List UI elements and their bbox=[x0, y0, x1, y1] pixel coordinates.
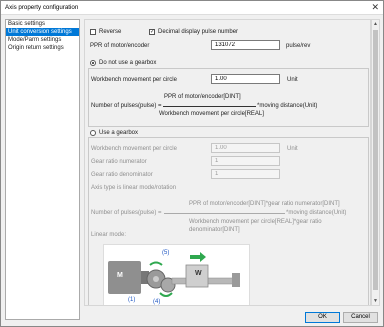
panel-vertical-scrollbar[interactable]: ▲ ▼ bbox=[371, 19, 380, 306]
axis-type-text: Axis type is linear mode/rotation bbox=[91, 185, 177, 191]
no-gearbox-group: Workbench movement per circle Unit PPR o… bbox=[88, 68, 369, 127]
cancel-button[interactable]: Cancel bbox=[343, 312, 378, 323]
figure-label-5: (5) bbox=[162, 250, 170, 256]
drive-gear-hub bbox=[153, 276, 159, 282]
no-gearbox-formula-denominator: Workbench movement per circle[REAL] bbox=[159, 111, 264, 117]
ok-button[interactable]: OK bbox=[305, 312, 340, 323]
window-title: Axis property configuration bbox=[5, 4, 79, 11]
gearbox-movement-unit: Unit bbox=[287, 146, 298, 152]
unit-conversion-panel: Reverse ✓ Decimal display pulse number P… bbox=[84, 19, 371, 306]
figure-label-1: (1) bbox=[128, 297, 136, 303]
use-gearbox-radio[interactable] bbox=[90, 130, 96, 136]
motor-label: M bbox=[117, 272, 123, 279]
no-gearbox-movement-unit: Unit bbox=[287, 77, 298, 83]
reverse-checkbox[interactable] bbox=[90, 29, 96, 35]
no-gearbox-formula-numerator: PPR of motor/encoder[DINT] bbox=[164, 94, 241, 100]
gear-ratio-denominator-input[interactable] bbox=[211, 169, 280, 179]
reverse-label: Reverse bbox=[99, 29, 122, 35]
gearbox-formula-left: Number of pulses(pulse) = bbox=[91, 210, 162, 216]
movement-arrow-icon bbox=[190, 252, 206, 262]
screw-end-support bbox=[232, 273, 240, 287]
rotation-arrow-top-icon bbox=[149, 261, 163, 266]
nav-item-mode-parm-settings[interactable]: Mode/Parm settings bbox=[6, 36, 79, 44]
no-gearbox-label: Do not use a gearbox bbox=[99, 60, 157, 66]
gear-ratio-numerator-label: Gear ratio numerator bbox=[91, 159, 147, 165]
no-gearbox-movement-label: Workbench movement per circle bbox=[91, 77, 177, 83]
workbench-label: W bbox=[195, 270, 202, 277]
settings-nav-list: Basic settings Unit conversion settings … bbox=[5, 19, 80, 320]
axis-property-dialog: Axis property configuration ✕ Basic sett… bbox=[0, 0, 384, 327]
no-gearbox-formula-right: *moving distance(Unit) bbox=[257, 103, 318, 109]
title-bar: Axis property configuration ✕ bbox=[1, 1, 383, 15]
scroll-down-icon[interactable]: ▼ bbox=[373, 298, 378, 304]
gearbox-formula-numerator: PPR of motor/encoder[DINT]*gear ratio nu… bbox=[189, 201, 340, 207]
no-gearbox-movement-input[interactable] bbox=[211, 74, 280, 84]
no-gearbox-formula-left: Number of pulses(pulse) = bbox=[91, 103, 162, 109]
linear-mode-illustration: M W (1) (4) (5) bbox=[103, 244, 250, 305]
ppr-input[interactable] bbox=[211, 40, 280, 50]
rotation-arrow-bottom-icon bbox=[159, 292, 173, 297]
check-mark-icon: ✓ bbox=[150, 29, 155, 35]
decimal-display-label: Decimal display pulse number bbox=[158, 29, 239, 35]
no-gearbox-radio[interactable] bbox=[90, 60, 96, 66]
decimal-display-checkbox[interactable]: ✓ bbox=[149, 29, 155, 35]
ppr-label: PPR of motor/encoder bbox=[90, 43, 150, 49]
nav-item-origin-return-settings[interactable]: Origin return settings bbox=[6, 44, 79, 52]
gearbox-movement-label: Workbench movement per circle bbox=[91, 146, 177, 152]
gearbox-diagram bbox=[108, 252, 240, 297]
no-gearbox-fraction-line bbox=[163, 106, 256, 107]
motor-body bbox=[108, 261, 141, 294]
gear-ratio-numerator-input[interactable] bbox=[211, 156, 280, 166]
close-icon[interactable]: ✕ bbox=[371, 3, 379, 12]
linear-mode-label: Linear mode: bbox=[91, 232, 127, 238]
gearbox-formula-denominator-line1: Workbench movement per circle[REAL]*gear… bbox=[189, 219, 322, 225]
gearbox-movement-input[interactable] bbox=[211, 143, 280, 153]
ppr-unit: pulse/rev bbox=[286, 43, 311, 49]
gearbox-formula-denominator-line2: denominator[DINT] bbox=[189, 227, 240, 233]
scroll-up-icon[interactable]: ▲ bbox=[373, 21, 378, 27]
gear-ratio-denominator-label: Gear ratio denominator bbox=[91, 172, 153, 178]
gearbox-fraction-line bbox=[164, 213, 285, 214]
nav-item-basic-settings[interactable]: Basic settings bbox=[6, 20, 79, 28]
figure-label-4: (4) bbox=[153, 299, 161, 305]
nav-item-unit-conversion-settings[interactable]: Unit conversion settings bbox=[6, 28, 79, 36]
gearbox-formula-right: *moving distance(Unit) bbox=[286, 210, 347, 216]
use-gearbox-label: Use a gearbox bbox=[99, 130, 139, 136]
scrollbar-thumb[interactable] bbox=[373, 30, 378, 290]
